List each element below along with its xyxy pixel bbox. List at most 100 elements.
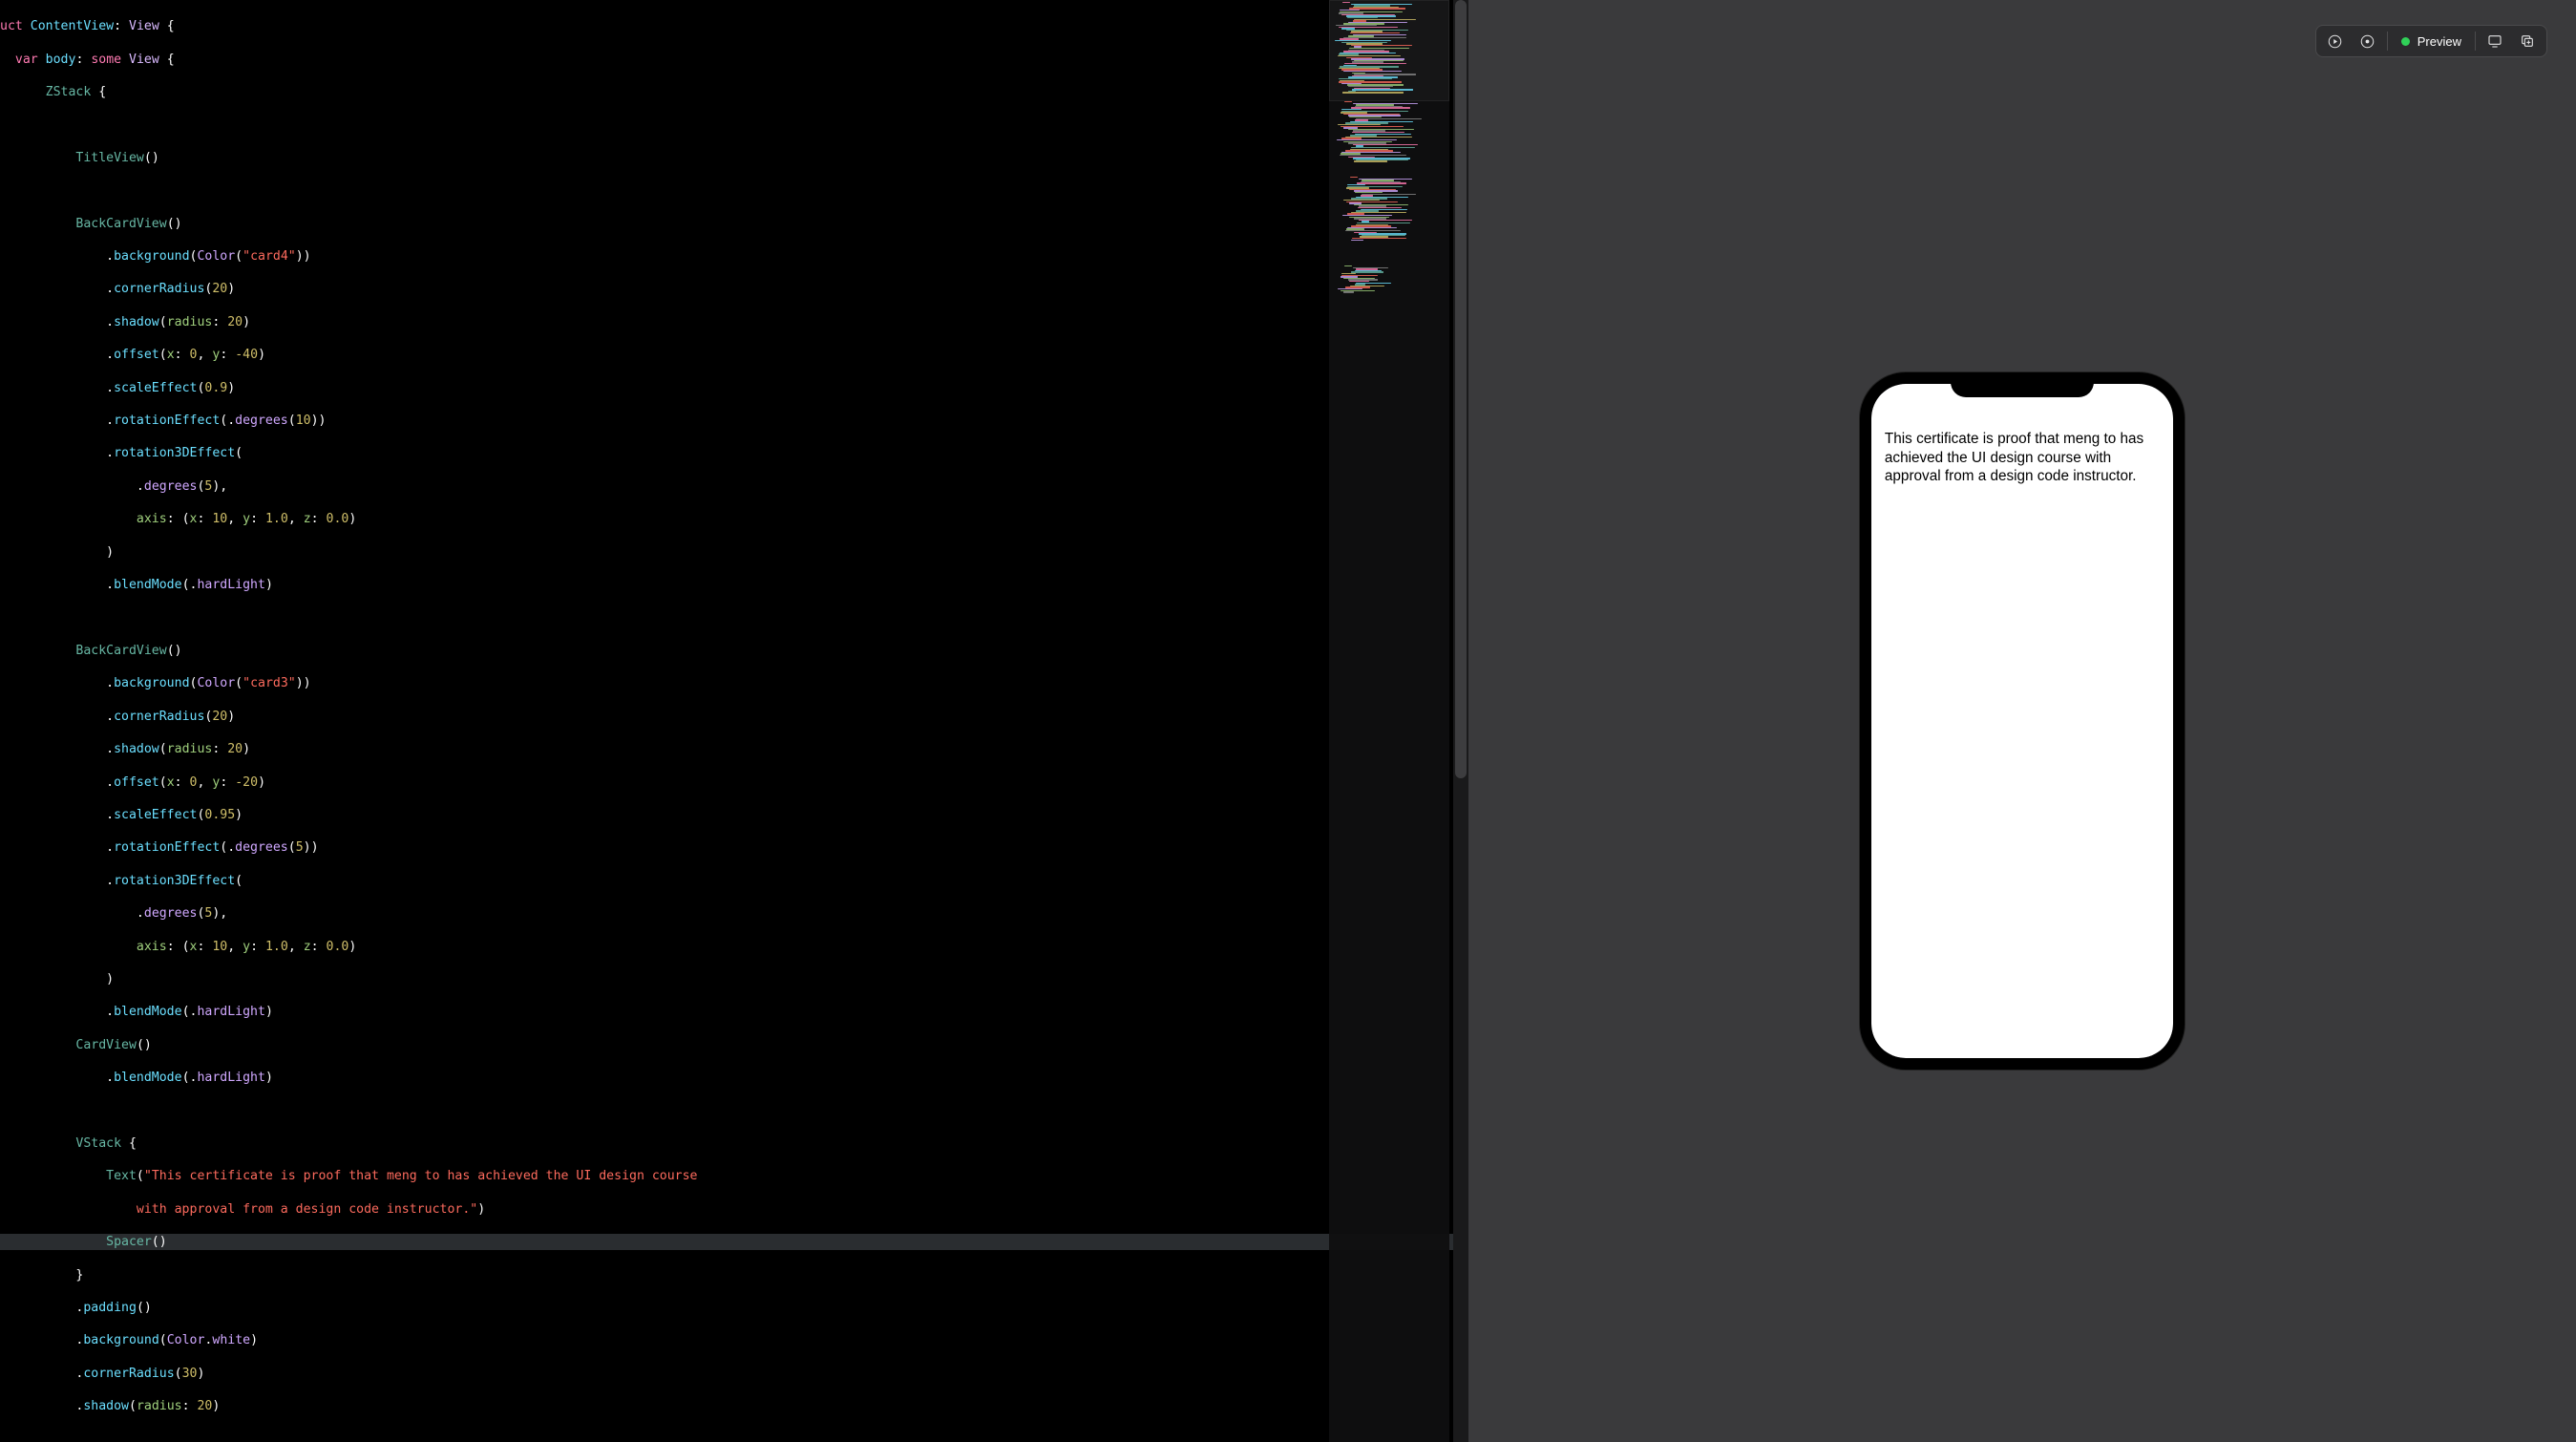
highlighted-line: Spacer() <box>0 1234 1468 1250</box>
call-spacer: Spacer <box>106 1235 152 1249</box>
arg-y2: y <box>243 512 250 526</box>
call-cardview: CardView <box>75 1038 137 1052</box>
variants-button[interactable] <box>2514 29 2541 53</box>
enum-white: white <box>212 1333 250 1347</box>
num-10c: 10 <box>212 940 227 954</box>
mod-scale: scaleEffect <box>114 381 197 395</box>
app-root: uct ContentView: View { var body: some V… <box>0 0 2576 1442</box>
call-backcardview-1: BackCardView <box>75 217 166 231</box>
device-notch <box>1951 372 2094 397</box>
arg-axis-2: axis <box>137 940 167 954</box>
arg-x: x <box>167 348 175 362</box>
scroll-thumb[interactable] <box>1455 0 1467 778</box>
code-editor-pane[interactable]: uct ContentView: View { var body: some V… <box>0 0 1468 1442</box>
call-text: Text <box>106 1169 137 1183</box>
num-1p0: 1.0 <box>265 512 288 526</box>
mod-padding: padding <box>83 1301 137 1315</box>
prop-body: body <box>46 53 76 67</box>
mod-rotation3d: rotation3DEffect <box>114 446 235 460</box>
num-095: 0.95 <box>204 808 235 822</box>
num-m40: -40 <box>235 348 258 362</box>
str-cert-a: "This certificate is proof that meng to … <box>144 1169 706 1183</box>
target-circle-icon <box>2360 34 2375 49</box>
num-0: 0 <box>190 348 198 362</box>
arg-z: z <box>304 512 311 526</box>
enum-degrees-c: degrees <box>235 840 288 855</box>
num-10b: 10 <box>212 512 227 526</box>
enum-hardlight-2: hardLight <box>197 1005 264 1019</box>
device-screen: This certificate is proof that meng to h… <box>1871 384 2173 1058</box>
enum-hardlight: hardLight <box>197 578 264 592</box>
mod-shadow-2: shadow <box>114 742 159 756</box>
selectable-button[interactable] <box>2354 29 2381 53</box>
canvas-pane[interactable]: Preview This certificate is proof that m… <box>1468 0 2576 1442</box>
mod-rotation-2: rotationEffect <box>114 840 220 855</box>
mod-scale-2: scaleEffect <box>114 808 197 822</box>
num-0p0: 0.0 <box>327 512 349 526</box>
num-10: 10 <box>296 414 311 428</box>
kw-var: var <box>15 53 38 67</box>
arg-radius: radius <box>167 315 213 329</box>
preview-content: This certificate is proof that meng to h… <box>1871 384 2173 1058</box>
enum-degrees-b: degrees <box>144 479 198 494</box>
toolbar-separator <box>2387 32 2388 51</box>
arg-z2: z <box>304 940 311 954</box>
str-card3: "card3" <box>243 676 296 690</box>
str-cert-b: with approval from a design code instruc… <box>137 1202 477 1217</box>
play-circle-icon <box>2328 34 2342 49</box>
num-30: 30 <box>182 1367 198 1381</box>
duplicate-plus-icon <box>2520 33 2535 49</box>
vertical-scrollbar[interactable] <box>1453 0 1468 1442</box>
code-area[interactable]: uct ContentView: View { var body: some V… <box>0 0 1468 1442</box>
num-20: 20 <box>212 282 227 296</box>
preview-status-pill[interactable]: Preview <box>2394 29 2469 53</box>
arg-radius-3: radius <box>137 1399 182 1413</box>
type-color-3: Color <box>167 1333 205 1347</box>
arg-axis: axis <box>137 512 167 526</box>
arg-radius-2: radius <box>167 742 213 756</box>
num-20c: 20 <box>212 710 227 724</box>
type-color-2: Color <box>197 676 235 690</box>
mod-cornerradius: cornerRadius <box>114 282 204 296</box>
mod-blend-3: blendMode <box>114 1071 181 1085</box>
num-20e: 20 <box>197 1399 212 1413</box>
enum-degrees: degrees <box>235 414 288 428</box>
mod-offset-2: offset <box>114 775 159 790</box>
type-view: View <box>129 19 159 33</box>
arg-x3: x <box>167 775 175 790</box>
type-color: Color <box>197 249 235 264</box>
device-frame: This certificate is proof that meng to h… <box>1860 372 2185 1070</box>
mod-rotation: rotationEffect <box>114 414 220 428</box>
mod-shadow-3: shadow <box>83 1399 129 1413</box>
type-view-2: View <box>129 53 159 67</box>
minimap[interactable] <box>1329 0 1449 1442</box>
num-20b: 20 <box>227 315 243 329</box>
num-5b: 5 <box>296 840 304 855</box>
live-preview-button[interactable] <box>2322 29 2349 53</box>
mod-cornerradius-3: cornerRadius <box>83 1367 174 1381</box>
mod-cornerradius-2: cornerRadius <box>114 710 204 724</box>
num-0p0b: 0.0 <box>327 940 349 954</box>
kw-some: some <box>91 53 121 67</box>
str-card4: "card4" <box>243 249 296 264</box>
preview-toolbar: Preview <box>2315 25 2547 57</box>
mod-background: background <box>114 249 189 264</box>
status-dot-icon <box>2401 37 2410 46</box>
enum-degrees-d: degrees <box>144 906 198 921</box>
num-0b: 0 <box>190 775 198 790</box>
enum-hardlight-3: hardLight <box>197 1071 264 1085</box>
num-20d: 20 <box>227 742 243 756</box>
call-titleview: TitleView <box>75 151 143 165</box>
arg-y4: y <box>243 940 250 954</box>
call-vstack: VStack <box>75 1136 121 1151</box>
kw-struct: uct <box>0 19 23 33</box>
device-settings-button[interactable] <box>2481 29 2508 53</box>
call-zstack: ZStack <box>46 85 92 99</box>
num-09: 0.9 <box>204 381 227 395</box>
mod-background-2: background <box>114 676 189 690</box>
toolbar-separator-2 <box>2475 32 2476 51</box>
mod-blend: blendMode <box>114 578 181 592</box>
certificate-text: This certificate is proof that meng to h… <box>1885 430 2160 486</box>
type-contentview: ContentView <box>31 19 114 33</box>
display-icon <box>2487 33 2502 49</box>
